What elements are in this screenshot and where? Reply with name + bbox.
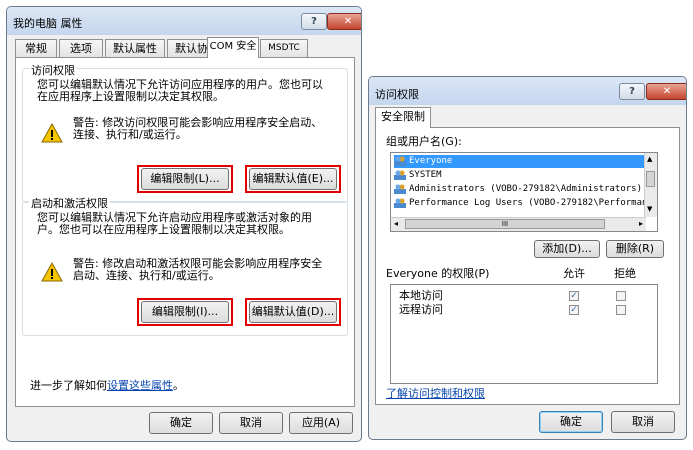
access-group-label: 访问权限	[29, 62, 77, 78]
scroll-thumb[interactable]	[646, 171, 655, 187]
deny-remote-checkbox[interactable]	[616, 305, 626, 315]
horizontal-scrollbar[interactable]: ◂ III ▸	[391, 217, 646, 231]
warning-icon	[41, 123, 63, 143]
access-permission-window: 访问权限 ? ✕ 安全限制 组或用户名(G): Everyone SYSTEM …	[368, 76, 687, 440]
tab-options[interactable]: 选项	[59, 39, 103, 57]
scroll-up-arrow[interactable]: ▲	[647, 155, 652, 163]
scroll-right-arrow[interactable]: ▸	[639, 219, 643, 228]
allow-local-checkbox[interactable]: ✓	[569, 291, 579, 301]
learn-more-link[interactable]: 设置这些属性	[107, 379, 173, 392]
window-title: 访问权限	[375, 88, 419, 101]
access-description-line2: 在应用程序上设置限制以决定其权限。	[37, 90, 224, 103]
user-item-performance-log-users[interactable]: Performance Log Users (VOBO-279182\Perfo…	[394, 197, 657, 210]
learn-more-prefix: 进一步了解如何	[30, 379, 107, 392]
user-list[interactable]: Everyone SYSTEM Administrators (VOBO-279…	[390, 152, 658, 232]
edit-launch-default-button[interactable]: 编辑默认值(D)...	[249, 301, 337, 323]
title-bar[interactable]: 访问权限 ? ✕	[369, 77, 686, 105]
edit-default-button[interactable]: 编辑默认值(E)...	[249, 168, 337, 190]
user-group-icon	[394, 197, 406, 208]
scroll-left-arrow[interactable]: ◂	[394, 219, 398, 228]
tab-general[interactable]: 常规	[15, 39, 57, 57]
tab-com-security[interactable]: COM 安全	[207, 37, 259, 58]
cancel-button[interactable]: 取消	[611, 411, 675, 433]
cancel-button[interactable]: 取消	[219, 412, 283, 434]
permission-remote-access: 远程访问	[399, 303, 443, 316]
deny-local-checkbox[interactable]	[616, 291, 626, 301]
window-title: 我的电脑 属性	[13, 17, 83, 30]
security-panel: 组或用户名(G): Everyone SYSTEM Administrators…	[375, 127, 680, 405]
learn-more-suffix: 。	[173, 379, 184, 392]
user-item-everyone[interactable]: Everyone	[394, 155, 644, 168]
tab-msdtc[interactable]: MSDTC	[260, 39, 308, 57]
launch-group-label: 启动和激活权限	[29, 195, 110, 211]
ok-button[interactable]: 确定	[539, 411, 603, 433]
launch-activation-group: 启动和激活权限 您可以编辑默认情况下允许启动应用程序或激活对象的用 户。您也可以…	[22, 195, 348, 336]
learn-access-control-link[interactable]: 了解访问控制和权限	[386, 388, 485, 400]
user-item-system[interactable]: SYSTEM	[394, 169, 442, 182]
apply-button[interactable]: 应用(A)	[289, 412, 353, 434]
scroll-h-thumb[interactable]: III	[405, 219, 605, 229]
access-permissions-group: 访问权限 您可以编辑默认情况下允许访问应用程序的用户。您也可以 在应用程序上设置…	[22, 62, 348, 203]
launch-description-line2: 户。您也可以在应用程序上设置限制以决定其权限。	[37, 223, 290, 236]
tab-security-limits[interactable]: 安全限制	[375, 107, 431, 128]
deny-header: 拒绝	[614, 267, 636, 280]
permissions-header: Everyone 的权限(P)	[386, 267, 490, 280]
launch-warning-line2: 启动、连接、执行和/或运行。	[73, 269, 220, 282]
allow-header: 允许	[563, 267, 585, 280]
vertical-scrollbar[interactable]: ▲ ▼	[644, 153, 657, 217]
access-warning-line2: 连接、执行和/或运行。	[73, 128, 187, 141]
permissions-list: 本地访问 ✓ 远程访问 ✓	[390, 284, 658, 384]
edit-launch-limits-button[interactable]: 编辑限制(I)...	[141, 301, 229, 323]
scroll-down-arrow[interactable]: ▼	[647, 205, 652, 213]
ok-button[interactable]: 确定	[149, 412, 213, 434]
user-item-administrators[interactable]: Administrators (VOBO-279182\Administrato…	[394, 183, 642, 196]
tab-default-properties[interactable]: 默认属性	[105, 39, 165, 57]
close-button[interactable]: ✕	[646, 83, 686, 100]
title-bar[interactable]: 我的电脑 属性 ? ✕	[7, 7, 361, 35]
properties-window: 我的电脑 属性 ? ✕ 常规 选项 默认属性 默认协议 COM 安全 MSDTC…	[6, 6, 362, 442]
close-button[interactable]: ✕	[327, 13, 361, 30]
help-button[interactable]: ?	[301, 13, 327, 30]
group-or-user-label: 组或用户名(G):	[386, 135, 462, 148]
warning-icon	[41, 262, 63, 282]
remove-button[interactable]: 删除(R)	[606, 240, 664, 258]
tab-panel: 访问权限 您可以编辑默认情况下允许访问应用程序的用户。您也可以 在应用程序上设置…	[15, 57, 355, 407]
user-group-icon	[394, 155, 406, 166]
user-group-icon	[394, 183, 406, 194]
add-button[interactable]: 添加(D)...	[534, 240, 600, 258]
permission-local-access: 本地访问	[399, 289, 443, 302]
help-button[interactable]: ?	[619, 83, 645, 100]
user-group-icon	[394, 169, 406, 180]
allow-remote-checkbox[interactable]: ✓	[569, 305, 579, 315]
edit-limits-button[interactable]: 编辑限制(L)...	[141, 168, 229, 190]
learn-more-text: 进一步了解如何设置这些属性。	[30, 380, 184, 392]
